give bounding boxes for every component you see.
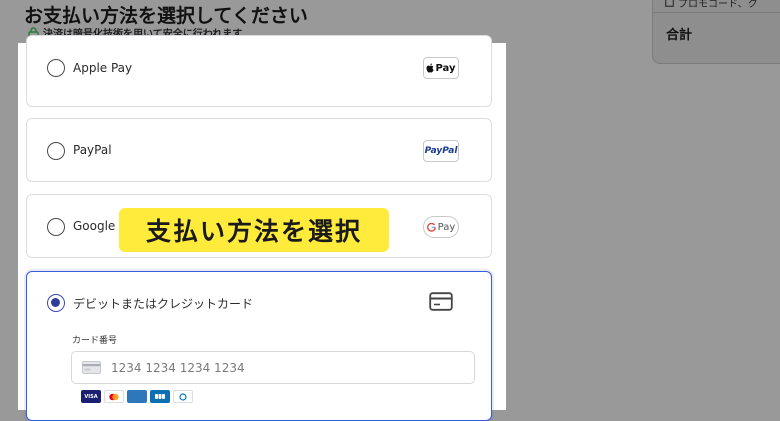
- visa-icon: VISA: [81, 390, 101, 403]
- total-label: 合計: [666, 28, 693, 43]
- google-pay-badge-text: Pay: [437, 221, 456, 233]
- payment-option-label: デビットまたはクレジットカード: [73, 297, 254, 311]
- payment-option-card[interactable]: デビットまたはクレジットカード カード番号 VISA: [26, 271, 492, 421]
- jcb-icon: [150, 390, 170, 403]
- mastercard-icon: [104, 390, 124, 403]
- payment-option-label: Apple Pay: [73, 61, 133, 75]
- jcb-mark-icon: [155, 394, 165, 399]
- tag-icon: [665, 0, 674, 7]
- page-title: お支払い方法を選択してください: [24, 5, 308, 27]
- amex-icon: [127, 390, 147, 403]
- apple-icon: [426, 63, 435, 73]
- payment-methods-panel: Apple Pay Pay PayPal PayPal Google Pay P…: [18, 35, 506, 421]
- order-summary-card: プロモコード、ク 合計: [652, 0, 780, 64]
- google-g-icon: [426, 222, 436, 232]
- payment-option-paypal[interactable]: PayPal PayPal: [26, 118, 492, 182]
- credit-card-icon: [429, 292, 453, 311]
- payment-option-label: PayPal: [73, 143, 112, 157]
- card-brands: VISA: [81, 390, 193, 403]
- diners-mark-icon: [179, 392, 187, 401]
- paypal-badge-text: PayPal: [424, 146, 458, 156]
- google-pay-logo-icon: Pay: [423, 216, 459, 238]
- card-chip-icon: [82, 361, 101, 374]
- payment-option-apple-pay[interactable]: Apple Pay Pay: [26, 35, 492, 107]
- mastercard-circles-icon: [109, 393, 119, 400]
- card-number-field[interactable]: [71, 351, 475, 384]
- card-number-label: カード番号: [72, 336, 118, 346]
- summary-divider: [653, 12, 780, 13]
- radio-paypal[interactable]: [47, 142, 65, 160]
- promo-code-link[interactable]: プロモコード、ク: [665, 0, 758, 10]
- radio-card[interactable]: [47, 294, 65, 312]
- promo-code-text: プロモコード、ク: [678, 0, 758, 10]
- radio-apple-pay[interactable]: [47, 59, 65, 77]
- paypal-logo-icon: PayPal: [423, 140, 459, 162]
- radio-google-pay[interactable]: [47, 218, 65, 236]
- diners-icon: [173, 390, 193, 403]
- card-number-input[interactable]: [109, 359, 413, 376]
- overlay-caption: 支払い方法を選択: [119, 208, 389, 252]
- apple-pay-logo-icon: Pay: [423, 57, 459, 79]
- apple-pay-badge-text: Pay: [435, 62, 456, 74]
